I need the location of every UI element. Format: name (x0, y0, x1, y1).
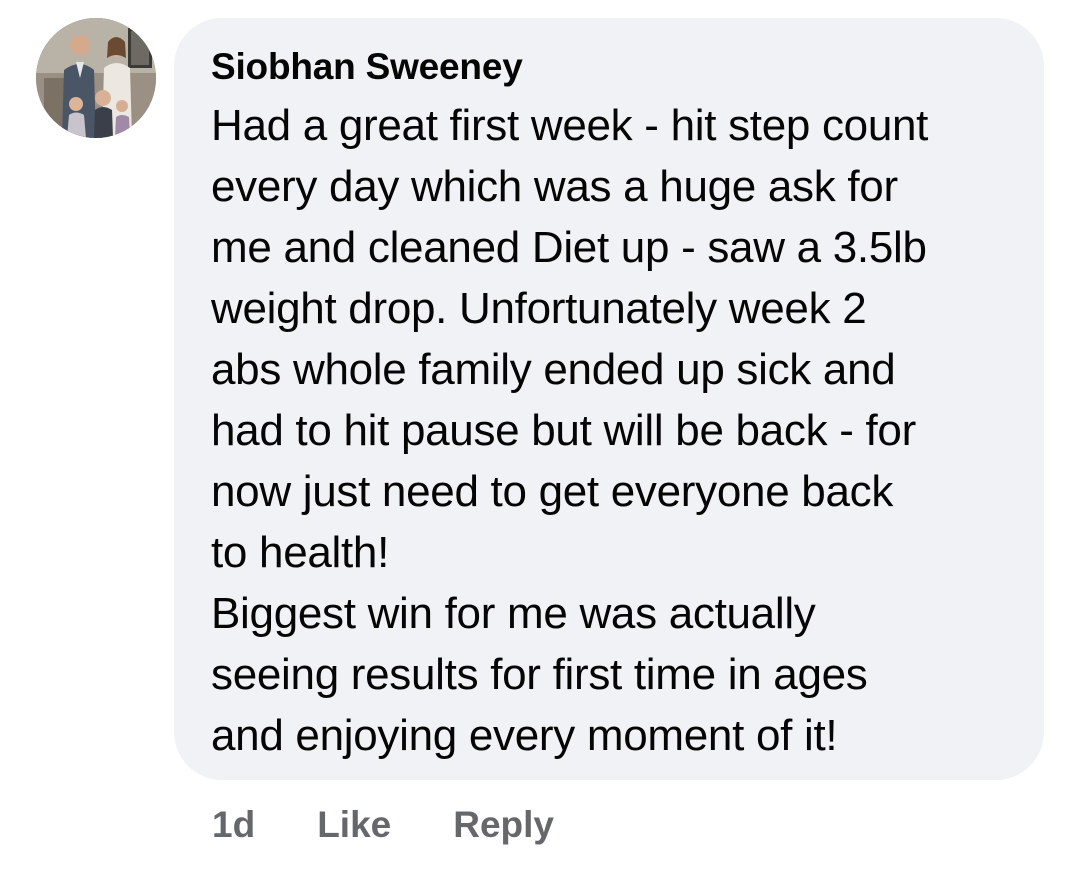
comment-actions: 1d Like Reply (212, 800, 554, 850)
comment-line: now just need to get everyone back (211, 467, 894, 516)
comment-line: Biggest win for me was actually (211, 589, 816, 638)
reply-button[interactable]: Reply (453, 800, 554, 850)
comment-line: me and cleaned Diet up - saw a 3.5lb (211, 223, 927, 272)
comment-line: to health! (211, 528, 390, 577)
comment-timestamp[interactable]: 1d (212, 800, 255, 850)
like-button[interactable]: Like (317, 800, 391, 850)
comment-line: every day which was a huge ask for (211, 162, 898, 211)
comment-bubble: Siobhan Sweeney Had a great first week -… (174, 18, 1044, 780)
profile-photo-icon (36, 18, 156, 138)
comment-line: had to hit pause but will be back - for (211, 406, 916, 455)
comment-line: seeing results for first time in ages (211, 650, 868, 699)
avatar[interactable] (36, 18, 156, 138)
comment-author[interactable]: Siobhan Sweeney (211, 44, 1008, 90)
comment-line: Had a great first week - hit step count (211, 101, 929, 150)
comment-line: and enjoying every moment of it! (211, 711, 838, 760)
comment-text: Had a great first week - hit step count … (211, 95, 1008, 766)
comment-line: weight drop. Unfortunately week 2 (211, 284, 867, 333)
comment-line: abs whole family ended up sick and (211, 345, 896, 394)
